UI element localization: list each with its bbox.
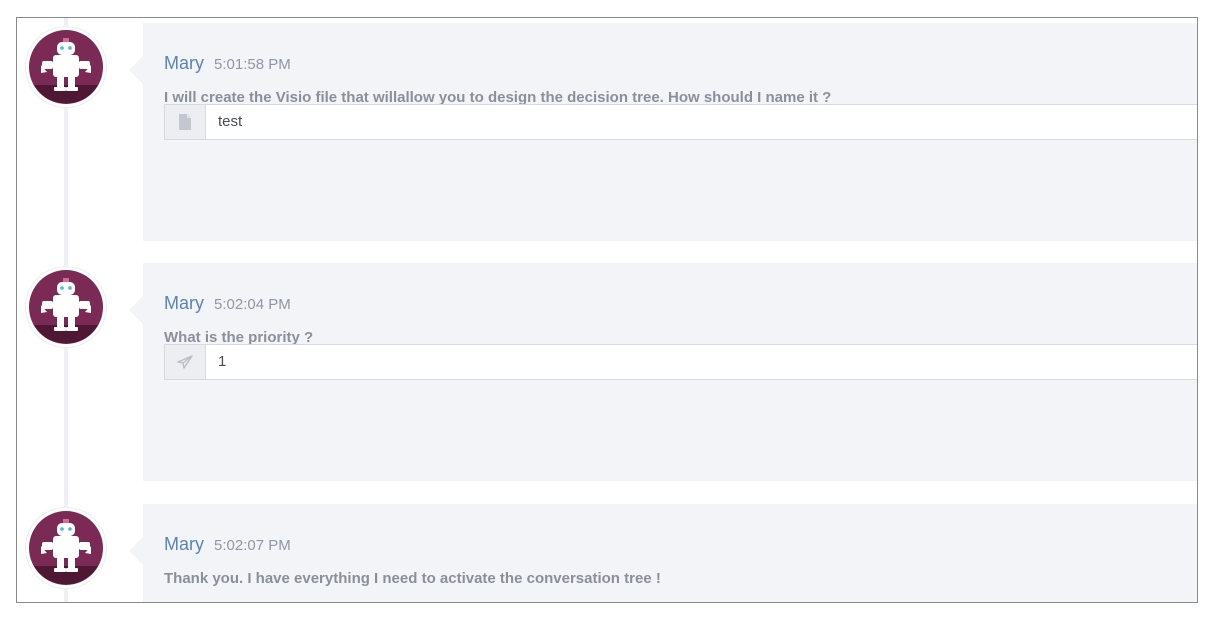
bot-avatar — [26, 27, 106, 107]
file-icon — [165, 105, 206, 139]
paper-plane-icon — [165, 345, 206, 379]
answer-field[interactable]: 1 — [164, 344, 1197, 380]
answer-value: 1 — [218, 353, 227, 370]
message-header: Mary 5:02:04 PM — [164, 293, 291, 314]
timestamp: 5:02:07 PM — [214, 537, 291, 554]
timestamp: 5:01:58 PM — [214, 56, 291, 73]
answer-value: test — [218, 113, 243, 130]
message-bubble: Mary 5:02:07 PM Thank you. I have everyth… — [129, 504, 1197, 602]
message-header: Mary 5:02:07 PM — [164, 534, 291, 555]
message-bubble: Mary 5:01:58 PM I will create the Visio f… — [129, 23, 1197, 241]
bot-avatar — [26, 267, 106, 347]
conversation-panel: Mary 5:01:58 PM I will create the Visio f… — [16, 17, 1198, 603]
answer-field[interactable]: test — [164, 104, 1197, 140]
message-header: Mary 5:01:58 PM — [164, 53, 291, 74]
robot-icon — [29, 270, 103, 344]
message-bubble: Mary 5:02:04 PM What is the priority ? 1 — [129, 263, 1197, 481]
robot-icon — [29, 511, 103, 585]
robot-icon — [29, 30, 103, 104]
timestamp: 5:02:04 PM — [214, 296, 291, 313]
message-text: Thank you. I have everything I need to a… — [164, 570, 661, 587]
bot-avatar — [26, 508, 106, 588]
sender-name: Mary — [164, 534, 204, 554]
sender-name: Mary — [164, 53, 204, 73]
sender-name: Mary — [164, 293, 204, 313]
